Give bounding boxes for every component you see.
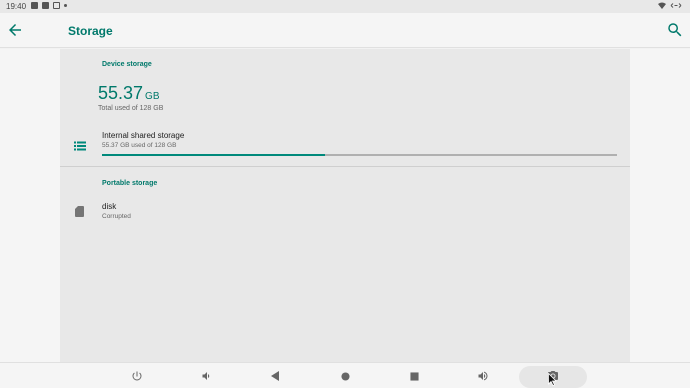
- internal-storage-subtitle: 55.37 GB used of 128 GB: [102, 142, 177, 149]
- arrow-back-icon: [9, 24, 21, 36]
- image-icon: [53, 2, 60, 9]
- volume-up-icon: [478, 371, 488, 381]
- storage-content: Device storage 55.37 GB Total used of 128…: [60, 49, 630, 362]
- list-item-disk[interactable]: disk Corrupted: [60, 197, 630, 227]
- notification-dot-icon: [64, 4, 67, 7]
- storage-list-icon: [74, 141, 86, 151]
- storage-progress-bar: [102, 154, 617, 156]
- navigation-bar: [0, 362, 690, 388]
- back-button[interactable]: [6, 21, 24, 39]
- internal-storage-title: Internal shared storage: [102, 131, 185, 140]
- status-bar: 19:40: [0, 0, 690, 13]
- portable-storage-header: Portable storage: [102, 180, 158, 187]
- storage-progress-fill: [102, 154, 325, 156]
- ethernet-icon: [670, 3, 682, 8]
- volume-down-button[interactable]: [198, 368, 214, 384]
- recents-button[interactable]: [406, 368, 422, 384]
- disk-status: Corrupted: [102, 213, 131, 220]
- status-time: 19:40: [6, 2, 27, 11]
- device-storage-header: Device storage: [102, 61, 152, 68]
- home-circle-icon: [340, 371, 350, 381]
- back-nav-button[interactable]: [267, 368, 283, 384]
- app-bar: Storage: [0, 13, 690, 48]
- sd-card-icon: [42, 2, 49, 9]
- storage-used-summary: 55.37 GB: [98, 83, 160, 104]
- side-margin-right: [630, 49, 690, 362]
- status-notification-icons: [31, 2, 67, 9]
- sd-card-icon: [75, 206, 84, 217]
- home-button[interactable]: [337, 368, 353, 384]
- section-divider: [60, 166, 630, 167]
- internal-storage-row[interactable]: Internal shared storage 55.37 GB used of…: [60, 127, 630, 165]
- calendar-icon: [31, 2, 38, 9]
- volume-down-icon: [202, 372, 210, 380]
- search-button[interactable]: [666, 21, 684, 39]
- mouse-cursor-icon: [548, 373, 557, 386]
- storage-used-unit: GB: [145, 91, 160, 102]
- disk-title: disk: [102, 202, 117, 211]
- power-button[interactable]: [129, 368, 145, 384]
- back-triangle-icon: [271, 371, 279, 381]
- side-margin-left: [0, 49, 60, 362]
- storage-used-value: 55.37: [98, 83, 144, 103]
- volume-up-button[interactable]: [475, 368, 491, 384]
- search-icon: [668, 23, 682, 37]
- recents-square-icon: [409, 371, 419, 381]
- power-icon: [132, 371, 142, 381]
- status-system-icons: [658, 2, 682, 9]
- storage-total-text: Total used of 128 GB: [98, 105, 164, 112]
- wifi-icon: [658, 2, 666, 9]
- page-title: Storage: [68, 24, 113, 38]
